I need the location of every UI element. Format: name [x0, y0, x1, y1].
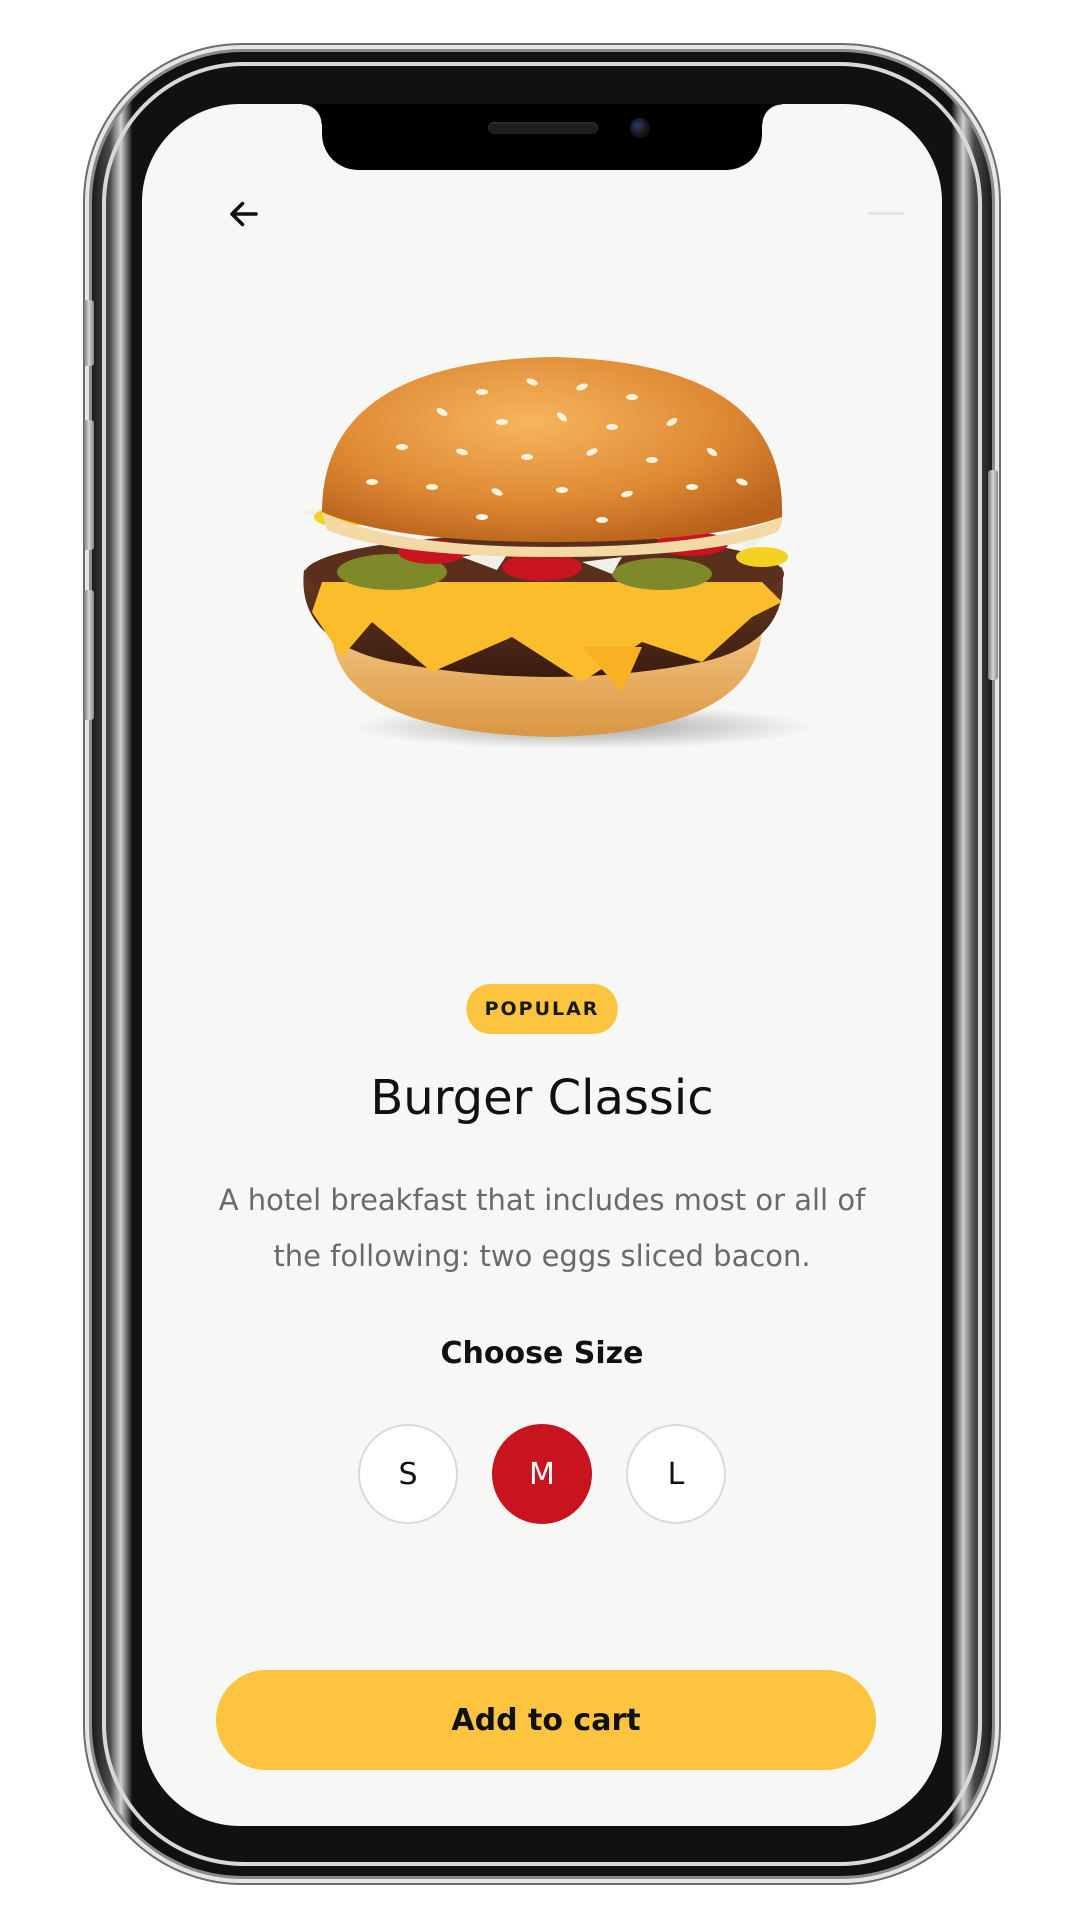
size-option-s[interactable]: S — [358, 1424, 458, 1524]
back-button[interactable] — [216, 186, 272, 242]
status-indicator — [868, 212, 904, 215]
device-mockup: POPULAR Burger Classic A hotel breakfast… — [0, 0, 1080, 1920]
add-to-cart-button[interactable]: Add to cart — [216, 1670, 876, 1770]
volume-down-button — [84, 590, 94, 720]
product-title: Burger Classic — [370, 1070, 714, 1126]
volume-up-button — [84, 420, 94, 550]
silent-switch — [84, 300, 94, 366]
app-screen: POPULAR Burger Classic A hotel breakfast… — [142, 104, 942, 1826]
speaker-grille — [488, 122, 598, 134]
arrow-left-icon — [230, 201, 258, 227]
front-camera — [630, 118, 650, 138]
size-picker: S M L — [142, 1424, 942, 1524]
burger-image — [282, 312, 822, 752]
product-description: A hotel breakfast that includes most or … — [218, 1183, 866, 1273]
size-option-m[interactable]: M — [492, 1424, 592, 1524]
notch — [302, 104, 782, 170]
size-option-l[interactable]: L — [626, 1424, 726, 1524]
power-button — [988, 470, 998, 680]
popular-badge: POPULAR — [466, 984, 618, 1034]
size-picker-label: Choose Size — [440, 1336, 644, 1371]
